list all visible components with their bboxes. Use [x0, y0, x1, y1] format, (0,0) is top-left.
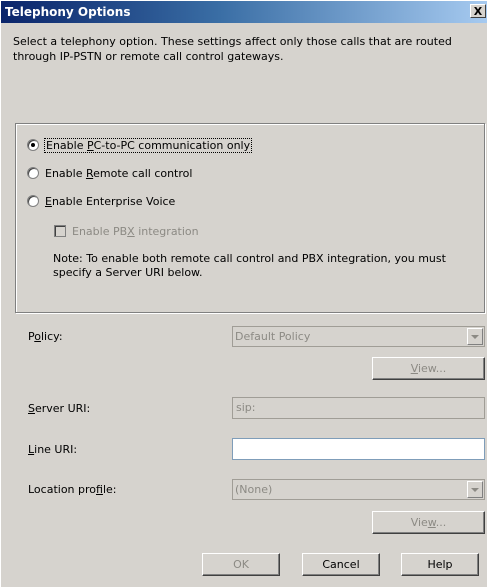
pbx-integration-checkbox — [54, 225, 66, 237]
radio-pc-to-pc[interactable]: Enable PC-to-PC communication only — [27, 137, 253, 153]
help-button[interactable]: Help — [401, 553, 479, 576]
radio-remote-call-control[interactable]: Enable Remote call control — [27, 165, 192, 181]
policy-label: Policy: — [28, 330, 63, 343]
location-profile-value: (None) — [235, 483, 273, 496]
line-uri-field[interactable] — [232, 438, 485, 460]
radio-enterprise-voice-label[interactable]: Enable Enterprise Voice — [45, 195, 175, 208]
ok-button: OK — [202, 553, 280, 576]
radio-remote-call-control-label[interactable]: Enable Remote call control — [45, 167, 192, 180]
window-title: Telephony Options — [5, 5, 131, 19]
chevron-down-icon — [467, 328, 483, 345]
policy-select: Default Policy — [232, 326, 485, 347]
policy-view-button: View... — [372, 357, 485, 380]
radio-enterprise-voice-button[interactable] — [27, 195, 39, 207]
radio-pc-to-pc-button[interactable] — [27, 139, 39, 151]
policy-value: Default Policy — [235, 330, 311, 343]
cancel-button[interactable]: Cancel — [302, 553, 380, 576]
telephony-options-dialog: Telephony Options X Select a telephony o… — [0, 0, 487, 587]
title-bar[interactable]: Telephony Options X — [1, 1, 487, 23]
radio-pc-to-pc-label[interactable]: Enable PC-to-PC communication only — [43, 137, 253, 153]
server-uri-label: Server URI: — [28, 402, 91, 415]
line-uri-label: Line URI: — [28, 443, 78, 456]
pbx-integration-label: Enable PBX integration — [72, 224, 199, 238]
location-profile-select: (None) — [232, 479, 485, 500]
radio-enterprise-voice[interactable]: Enable Enterprise Voice — [27, 193, 175, 209]
location-view-button: View... — [372, 511, 485, 534]
close-icon[interactable]: X — [470, 4, 486, 18]
radio-remote-call-control-button[interactable] — [27, 167, 39, 179]
intro-text: Select a telephony option. These setting… — [13, 35, 452, 63]
chevron-down-icon — [467, 481, 483, 498]
note-text: Note: To enable both remote call control… — [53, 252, 446, 279]
server-uri-field: sip: — [232, 397, 485, 419]
pbx-integration-checkbox-row: Enable PBX integration — [54, 223, 199, 239]
location-profile-label: Location profile: — [28, 483, 117, 496]
